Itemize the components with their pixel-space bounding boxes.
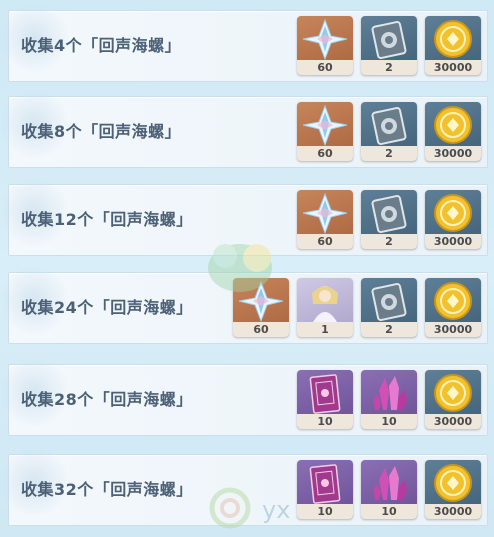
- reward-count: 2: [361, 60, 417, 75]
- reward-count: 1: [297, 322, 353, 337]
- reward-item[interactable]: 10: [361, 460, 417, 519]
- reward-item[interactable]: 60: [297, 102, 353, 161]
- row-title: 收集28个「回声海螺」: [21, 390, 193, 409]
- mora-coin-icon: [434, 106, 472, 144]
- reward-count: 10: [361, 414, 417, 429]
- row-title: 收集8个「回声海螺」: [21, 122, 182, 141]
- reward-item[interactable]: 10: [297, 460, 353, 519]
- row-title: 收集12个「回声海螺」: [21, 210, 193, 229]
- row-title: 收集24个「回声海螺」: [21, 298, 193, 317]
- reward-count: 10: [361, 504, 417, 519]
- mora-coin-icon: [434, 20, 472, 58]
- mora-coin-icon: [434, 374, 472, 412]
- collect-reward-row: 收集32个「回声海螺」 10 10 30000: [0, 447, 488, 526]
- primogem-icon: [238, 280, 284, 323]
- reward-count: 2: [361, 146, 417, 161]
- purple-crystal-icon: [373, 466, 407, 500]
- hero-wit-book-icon: [371, 282, 407, 322]
- hero-wit-book-icon: [371, 20, 407, 60]
- reward-item[interactable]: 2: [361, 278, 417, 337]
- reward-count: 60: [297, 234, 353, 249]
- reward-count: 30000: [425, 146, 481, 161]
- reward-count: 30000: [425, 414, 481, 429]
- reward-count: 10: [297, 504, 353, 519]
- reward-items: 60 1 2 30000: [233, 278, 481, 337]
- collect-reward-row: 收集28个「回声海螺」 10 10 30000: [0, 357, 488, 436]
- reward-items: 60 2 30000: [297, 102, 481, 161]
- reward-item[interactable]: 2: [361, 190, 417, 249]
- reward-count: 2: [361, 322, 417, 337]
- watermark-text: yx: [262, 496, 291, 524]
- purple-book-icon: [309, 374, 341, 414]
- reward-count: 10: [297, 414, 353, 429]
- reward-item[interactable]: 30000: [425, 370, 481, 429]
- reward-item[interactable]: 1: [297, 278, 353, 337]
- reward-item[interactable]: 30000: [425, 278, 481, 337]
- reward-count: 60: [297, 146, 353, 161]
- reward-item[interactable]: 60: [233, 278, 289, 337]
- primogem-icon: [302, 192, 348, 235]
- primogem-icon: [302, 18, 348, 61]
- collect-reward-row: 收集12个「回声海螺」 60 2 30000: [0, 177, 488, 256]
- character-card-icon: [312, 286, 338, 322]
- purple-book-icon: [309, 464, 341, 504]
- reward-items: 10 10 30000: [297, 370, 481, 429]
- reward-count: 30000: [425, 60, 481, 75]
- reward-count: 60: [297, 60, 353, 75]
- reward-item[interactable]: 30000: [425, 190, 481, 249]
- collect-reward-row: 收集8个「回声海螺」 60 2 30000: [0, 89, 488, 168]
- reward-count: 30000: [425, 322, 481, 337]
- reward-item[interactable]: 30000: [425, 460, 481, 519]
- reward-count: 30000: [425, 234, 481, 249]
- reward-items: 10 10 30000: [297, 460, 481, 519]
- row-title: 收集32个「回声海螺」: [21, 480, 193, 499]
- reward-item[interactable]: 10: [361, 370, 417, 429]
- mora-coin-icon: [434, 464, 472, 502]
- reward-item[interactable]: 30000: [425, 16, 481, 75]
- mora-coin-icon: [434, 194, 472, 232]
- reward-count: 60: [233, 322, 289, 337]
- collect-reward-row: 收集4个「回声海螺」 60 2 30000: [0, 3, 488, 82]
- collect-reward-row: 收集24个「回声海螺」 60 1 2 30000: [0, 265, 488, 344]
- reward-item[interactable]: 60: [297, 190, 353, 249]
- row-title: 收集4个「回声海螺」: [21, 36, 182, 55]
- reward-count: 2: [361, 234, 417, 249]
- reward-item[interactable]: 10: [297, 370, 353, 429]
- purple-crystal-icon: [373, 376, 407, 410]
- reward-item[interactable]: 30000: [425, 102, 481, 161]
- reward-items: 60 2 30000: [297, 16, 481, 75]
- reward-item[interactable]: 2: [361, 16, 417, 75]
- reward-item[interactable]: 2: [361, 102, 417, 161]
- mora-coin-icon: [434, 282, 472, 320]
- primogem-icon: [302, 104, 348, 147]
- reward-count: 30000: [425, 504, 481, 519]
- hero-wit-book-icon: [371, 194, 407, 234]
- hero-wit-book-icon: [371, 106, 407, 146]
- reward-item[interactable]: 60: [297, 16, 353, 75]
- reward-items: 60 2 30000: [297, 190, 481, 249]
